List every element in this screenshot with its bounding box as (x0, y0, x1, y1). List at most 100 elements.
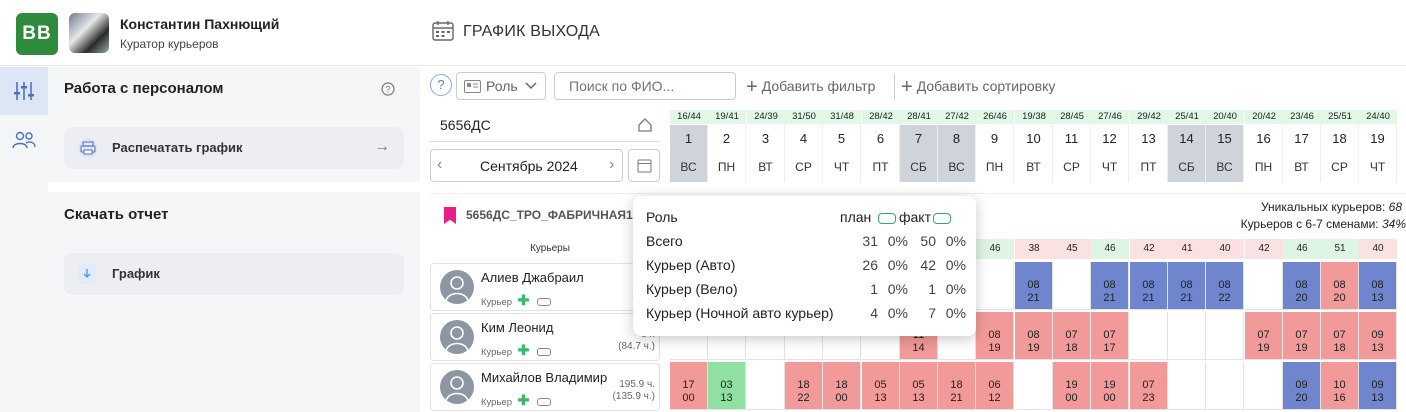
shift-cell[interactable]: 08 13 (1359, 262, 1397, 310)
shift-cell[interactable] (1168, 312, 1206, 360)
day-header[interactable]: 12 ЧТ (1091, 125, 1129, 182)
shift-cell[interactable] (1015, 362, 1053, 410)
shift-cell[interactable]: 18 22 (785, 362, 823, 410)
shift-cell[interactable]: 07 18 (1053, 312, 1091, 360)
day-ratio: 28/45 (1053, 110, 1091, 124)
print-schedule-button[interactable]: Распечатать график → (64, 127, 404, 169)
shift-cell[interactable]: 08 22 (1206, 262, 1244, 310)
shift-cell[interactable]: 08 20 (1321, 262, 1359, 310)
day-header[interactable]: 5 ЧТ (823, 125, 861, 182)
rail-item-settings[interactable] (0, 67, 48, 115)
courier-card[interactable]: Алиев Джабраил Курьер ✚ 293 (202. (430, 263, 660, 311)
shift-cell[interactable] (1245, 362, 1283, 410)
file-download-icon (78, 264, 96, 284)
shift-cell[interactable]: 08 20 (1283, 262, 1321, 310)
shift-cell[interactable]: 08 19 (976, 312, 1014, 360)
shift-cell[interactable]: 18 00 (823, 362, 861, 410)
shift-cell[interactable]: 10 16 (1321, 362, 1359, 410)
shift-cell[interactable]: 07 17 (1091, 312, 1129, 360)
day-weekday: ЧТ (1101, 160, 1118, 174)
shift-cell[interactable]: 08 21 (1130, 262, 1168, 310)
courier-role: Курьер ✚ (481, 342, 551, 359)
shift-cell[interactable]: 07 19 (1245, 312, 1283, 360)
shift-cell[interactable] (1206, 362, 1244, 410)
store-field[interactable]: 5656ДС (430, 108, 660, 142)
day-header[interactable]: 13 ПТ (1130, 125, 1168, 182)
day-header[interactable]: 6 ПТ (862, 125, 900, 182)
shift-cell[interactable]: 09 13 (1359, 362, 1397, 410)
shift-cell[interactable]: 05 13 (862, 362, 900, 410)
day-weekday: ПТ (872, 160, 889, 174)
store-full-name: 5656ДС_ТРО_ФАБРИЧНАЯ1, Т (466, 208, 647, 222)
calendar-button[interactable] (628, 149, 660, 182)
shift-cell[interactable]: 09 20 (1283, 362, 1321, 410)
shift-start: 07 (1333, 329, 1346, 341)
day-header[interactable]: 19 ЧТ (1359, 125, 1397, 182)
role-select[interactable]: Роль (456, 72, 546, 100)
shift-cell[interactable]: 07 23 (1130, 362, 1168, 410)
day-header[interactable]: 7 СБ (900, 125, 938, 182)
month-picker[interactable]: ‹ Сентябрь 2024 › (430, 149, 623, 182)
shift-cell[interactable]: 18 21 (938, 362, 976, 410)
shift-cell[interactable]: 08 21 (1015, 262, 1053, 310)
popup-plan-pct: 0% (887, 281, 908, 297)
shift-cell[interactable]: 06 12 (976, 362, 1014, 410)
shift-cell[interactable]: 07 18 (1321, 312, 1359, 360)
next-month-icon[interactable]: › (609, 156, 614, 174)
day-header[interactable]: 4 СР (785, 125, 823, 182)
courier-card[interactable]: Ким Леонид Курьер ✚ 84. (84.7 ч.) (430, 313, 660, 361)
shift-start: 08 (1142, 279, 1155, 291)
app-logo[interactable]: BB (16, 13, 58, 55)
shift-cell[interactable]: 07 19 (1283, 312, 1321, 360)
arrow-right-icon: → (374, 138, 390, 155)
add-sort-button[interactable]: + Добавить сортировку (901, 76, 1055, 99)
shift-cell[interactable]: 08 21 (1168, 262, 1206, 310)
day-ratio: 29/42 (1130, 110, 1168, 124)
day-header[interactable]: 16 ПН (1245, 125, 1283, 182)
day-header[interactable]: 14 СБ (1168, 125, 1206, 182)
toolbar-help-button[interactable]: ? (430, 74, 452, 96)
shift-cell[interactable]: 05 13 (900, 362, 938, 410)
day-header[interactable]: 9 ПН (976, 125, 1014, 182)
help-icon[interactable]: ? (381, 82, 395, 96)
user-avatar[interactable] (69, 13, 109, 53)
prev-month-icon[interactable]: ‹ (437, 156, 442, 174)
courier-role: Курьер ✚ (481, 292, 551, 309)
day-weekday: ЧТ (833, 160, 850, 174)
shift-cell[interactable]: 19 00 (1091, 362, 1129, 410)
shift-cell[interactable] (1168, 362, 1206, 410)
shift-cell[interactable]: 19 00 (1053, 362, 1091, 410)
day-header[interactable]: 2 ПН (708, 125, 746, 182)
day-header[interactable]: 8 ВС (938, 125, 976, 182)
shift-cell[interactable]: 08 19 (1015, 312, 1053, 360)
shift-cell[interactable] (1206, 312, 1244, 360)
shift-cell[interactable]: 03 13 (708, 362, 746, 410)
courier-card[interactable]: Михайлов Владимир Курьер ✚ 195.9 ч. (135… (430, 363, 660, 411)
shift-cell[interactable] (976, 262, 1014, 310)
day-header[interactable]: 1 ВС (670, 125, 708, 182)
popup-row: Всего 31 0% 50 0% (646, 233, 966, 253)
download-schedule-button[interactable]: График (64, 253, 404, 295)
day-ratio: 31/48 (823, 110, 861, 124)
car-icon (537, 298, 551, 306)
add-filter-button[interactable]: + Добавить фильтр (746, 76, 875, 99)
day-header[interactable]: 11 СР (1053, 125, 1091, 182)
shift-end: 13 (1371, 342, 1384, 354)
search-input[interactable] (554, 72, 736, 100)
shift-cell[interactable]: 17 00 (670, 362, 708, 410)
shift-cell[interactable] (1245, 262, 1283, 310)
shift-cell[interactable]: 09 13 (1359, 312, 1397, 360)
day-header[interactable]: 10 ВТ (1015, 125, 1053, 182)
team-icon[interactable] (12, 129, 36, 151)
shift-cell[interactable] (1130, 312, 1168, 360)
shift-end: 18 (1065, 342, 1078, 354)
day-count: 46 (976, 239, 1014, 259)
shift-cell[interactable]: 08 21 (1091, 262, 1129, 310)
day-header[interactable]: 15 ВС (1206, 125, 1244, 182)
day-header[interactable]: 18 СР (1321, 125, 1359, 182)
shift-cell[interactable] (747, 362, 785, 410)
add-filter-label: Добавить фильтр (761, 78, 876, 94)
day-header[interactable]: 17 ВТ (1283, 125, 1321, 182)
day-header[interactable]: 3 ВТ (747, 125, 785, 182)
shift-cell[interactable] (1053, 262, 1091, 310)
